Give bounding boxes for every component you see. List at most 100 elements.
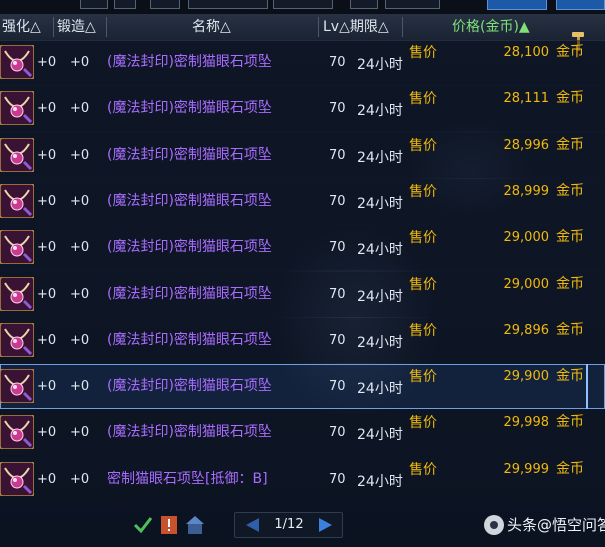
pagination: 1/12 <box>234 512 343 538</box>
currency-label: 金币 <box>556 321 584 338</box>
sale-label: 售价 <box>409 137 437 154</box>
strengthen-value: +0 <box>37 147 57 163</box>
item-row[interactable]: +0 +0 (魔法封印)密制猫眼石项坠 70 24小时 售价 29,000 金币 <box>0 271 605 317</box>
strengthen-select[interactable] <box>273 0 333 9</box>
currency-label: 金币 <box>556 90 584 107</box>
alert-icon[interactable] <box>158 514 180 536</box>
header-price[interactable]: 价格(金币)▲ <box>452 14 530 40</box>
sale-label: 售价 <box>409 461 437 478</box>
triangle-left-icon[interactable] <box>243 516 261 534</box>
price-value: 29,000 <box>503 230 550 246</box>
item-row[interactable]: +0 +0 (魔法封印)密制猫眼石项坠 70 24小时 售价 29,900 金币 <box>0 364 605 410</box>
item-row[interactable]: +0 +0 (魔法封印)密制猫眼石项坠 70 24小时 售价 29,998 金币 <box>0 410 605 456</box>
item-period: 24小时 <box>357 149 403 166</box>
forge-checkbox[interactable] <box>350 0 378 9</box>
header-forge[interactable]: 锻造△ <box>57 14 96 40</box>
triangle-right-icon[interactable] <box>317 516 335 534</box>
item-name[interactable]: (魔法封印)密制猫眼石项坠 <box>107 40 272 85</box>
currency-label: 金币 <box>556 460 584 477</box>
sale-label: 售价 <box>409 322 437 339</box>
currency-label: 金币 <box>556 229 584 246</box>
item-period: 24小时 <box>357 381 403 398</box>
currency-label: 金币 <box>556 275 584 292</box>
item-row[interactable]: +0 +0 (魔法封印)密制猫眼石项坠 70 24小时 售价 28,996 金币 <box>0 132 605 178</box>
item-name[interactable]: (魔法封印)密制猫眼石项坠 <box>107 318 272 363</box>
forge-value: +0 <box>70 101 90 117</box>
header-divider <box>402 17 403 37</box>
item-period: 24小时 <box>357 195 403 212</box>
forge-value: +0 <box>70 332 90 348</box>
necklace-icon[interactable] <box>0 136 35 173</box>
necklace-icon[interactable] <box>0 322 35 358</box>
item-name[interactable]: (魔法封印)密制猫眼石项坠 <box>107 364 272 409</box>
strengthen-value: +0 <box>37 379 57 395</box>
item-row[interactable]: +0 +0 (魔法封印)密制猫眼石项坠 70 24小时 售价 29,896 金币 <box>0 317 605 363</box>
level-min-field[interactable] <box>80 0 108 9</box>
item-row[interactable]: +0 +0 (魔法封印)密制猫眼石项坠 70 24小时 售价 28,999 金币 <box>0 178 605 224</box>
search-button[interactable] <box>487 0 547 10</box>
currency-label: 金币 <box>556 44 584 60</box>
price-value: 28,999 <box>503 183 550 199</box>
sale-label: 售价 <box>409 276 437 293</box>
item-level: 70 <box>329 471 346 487</box>
item-name[interactable]: (魔法封印)密制猫眼石项坠 <box>107 225 272 270</box>
item-name[interactable]: 密制猫眼石项坠[抵御：B] <box>107 457 268 502</box>
strengthen-value: +0 <box>37 55 57 70</box>
header-name[interactable]: 名称△ <box>192 14 231 40</box>
rarity-select[interactable] <box>188 0 268 9</box>
header-lv-period[interactable]: Lv△期限△ <box>323 14 389 40</box>
necklace-icon[interactable] <box>0 414 35 451</box>
item-name[interactable]: (魔法封印)密制猫眼石项坠 <box>107 272 272 317</box>
necklace-icon[interactable] <box>0 44 35 80</box>
necklace-icon[interactable] <box>0 275 35 312</box>
price-value: 29,999 <box>503 461 550 477</box>
strengthen-value: +0 <box>37 286 57 302</box>
strengthen-value: +0 <box>37 425 57 441</box>
strengthen-value: +0 <box>37 471 57 487</box>
item-level: 70 <box>329 101 346 117</box>
item-name[interactable]: (魔法封印)密制猫眼石项坠 <box>107 133 272 178</box>
watermark-text: 头条@悟空问答 <box>507 516 605 534</box>
item-row[interactable]: +0 +0 (魔法封印)密制猫眼石项坠 70 24小时 售价 29,000 金币 <box>0 225 605 271</box>
shop-new-icon[interactable] <box>184 514 206 536</box>
page-indicator: 1/12 <box>274 517 304 532</box>
strengthen-value: +0 <box>37 193 57 209</box>
level-max-field[interactable] <box>114 0 136 9</box>
currency-label: 金币 <box>556 136 584 153</box>
necklace-icon[interactable] <box>0 368 35 404</box>
item-name[interactable]: (魔法封印)密制猫眼石项坠 <box>107 410 272 455</box>
necklace-icon[interactable] <box>0 460 35 497</box>
price-value: 29,896 <box>503 322 550 338</box>
forge-value: +0 <box>70 55 90 70</box>
item-period: 24小时 <box>357 334 403 351</box>
reset-button[interactable] <box>556 0 605 10</box>
item-period: 24小时 <box>357 288 403 305</box>
forge-select[interactable] <box>385 0 440 9</box>
watermark: 头条@悟空问答 <box>484 513 605 537</box>
item-row[interactable]: +0 +0 (魔法封印)密制猫眼石项坠 70 24小时 售价 28,100 金币 <box>0 40 605 85</box>
item-name[interactable]: (魔法封印)密制猫眼石项坠 <box>107 179 272 224</box>
item-level: 70 <box>329 240 346 256</box>
header-strengthen[interactable]: 强化△ <box>2 14 41 40</box>
sale-label: 售价 <box>409 91 437 108</box>
currency-label: 金币 <box>556 414 584 431</box>
necklace-icon[interactable] <box>0 229 35 265</box>
item-row[interactable]: +0 +0 密制猫眼石项坠[抵御：B] 70 24小时 售价 29,999 金币 <box>0 456 605 502</box>
necklace-icon[interactable] <box>0 183 35 219</box>
sale-label: 售价 <box>409 369 437 386</box>
item-row[interactable]: +0 +0 (魔法封印)密制猫眼石项坠 70 24小时 售价 28,111 金币 <box>0 86 605 132</box>
item-level: 70 <box>329 425 346 441</box>
header-divider <box>318 17 319 37</box>
item-level: 70 <box>329 379 346 395</box>
item-name[interactable]: (魔法封印)密制猫眼石项坠 <box>107 86 272 131</box>
currency-label: 金币 <box>556 368 584 385</box>
price-value: 29,000 <box>503 276 550 292</box>
item-period: 24小时 <box>357 242 403 259</box>
check-icon[interactable] <box>132 514 154 536</box>
item-level: 70 <box>329 286 346 302</box>
sale-label: 售价 <box>409 415 437 432</box>
forge-value: +0 <box>70 379 90 395</box>
forge-value: +0 <box>70 147 90 163</box>
level-max-field-2[interactable] <box>150 0 180 9</box>
necklace-icon[interactable] <box>0 90 35 127</box>
